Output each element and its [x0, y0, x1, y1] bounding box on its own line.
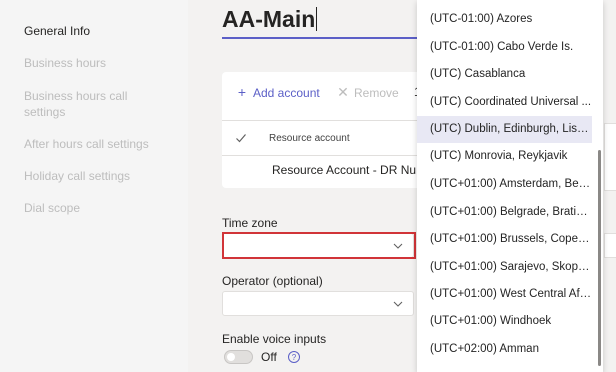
- column-header-resource-account: Resource account: [269, 133, 350, 144]
- time-zone-option[interactable]: (UTC-01:00) Cabo Verde Is.: [417, 34, 592, 61]
- voice-inputs-label: Enable voice inputs: [222, 332, 327, 346]
- page-title-container[interactable]: AA-Main: [222, 6, 318, 33]
- time-zone-option[interactable]: (UTC+01:00) Amsterdam, Berl...: [417, 171, 592, 198]
- operator-dropdown[interactable]: [222, 291, 414, 316]
- time-zone-options-list[interactable]: (UTC-01:00) Azores (UTC-01:00) Cabo Verd…: [417, 0, 603, 372]
- time-zone-label: Time zone: [222, 216, 278, 230]
- right-field-edge: [604, 233, 616, 258]
- remove-label: Remove: [354, 86, 399, 100]
- page-title[interactable]: AA-Main: [222, 6, 315, 32]
- right-panel-edge: [604, 123, 616, 191]
- resource-account-name: Resource Account - DR Nu...: [272, 163, 427, 177]
- info-icon[interactable]: ?: [287, 350, 301, 364]
- resource-account-card: +Add account ✕Remove 1 Resource account …: [222, 72, 432, 188]
- table-row[interactable]: Resource Account - DR Nu...: [222, 160, 432, 184]
- nav-item-dial-scope[interactable]: Dial scope: [24, 200, 174, 216]
- text-caret: [316, 7, 318, 31]
- time-zone-option-selected[interactable]: (UTC) Dublin, Edinburgh, Lisb...: [417, 116, 592, 143]
- scrollbar-thumb[interactable]: [598, 150, 601, 366]
- nav-item-business-hours[interactable]: Business hours: [24, 55, 174, 71]
- check-icon[interactable]: [234, 131, 248, 145]
- operator-label: Operator (optional): [222, 274, 323, 288]
- left-nav: General Info Business hours Business hou…: [0, 0, 188, 372]
- time-zone-option[interactable]: (UTC+01:00) Windhoek: [417, 308, 592, 335]
- time-zone-option[interactable]: (UTC-01:00) Azores: [417, 6, 592, 33]
- time-zone-option[interactable]: (UTC) Monrovia, Reykjavik: [417, 143, 592, 170]
- time-zone-option[interactable]: (UTC) Casablanca: [417, 61, 592, 88]
- nav-item-holiday-call-settings[interactable]: Holiday call settings: [24, 168, 174, 184]
- resource-account-toolbar: +Add account ✕Remove 1: [222, 72, 432, 112]
- chevron-down-icon: [393, 301, 403, 307]
- time-zone-option[interactable]: (UTC+01:00) Sarajevo, Skopje,...: [417, 254, 592, 281]
- time-zone-option[interactable]: (UTC+01:00) Brussels, Copen...: [417, 226, 592, 253]
- add-icon: +: [237, 84, 247, 100]
- voice-inputs-state: Off: [261, 350, 277, 364]
- svg-text:?: ?: [292, 353, 297, 362]
- time-zone-highlight: [222, 232, 416, 259]
- add-account-label: Add account: [253, 86, 320, 100]
- remove-icon: ✕: [337, 84, 349, 100]
- card-divider: [222, 120, 432, 121]
- nav-item-business-hours-call-settings[interactable]: Business hours call settings: [24, 88, 144, 120]
- nav-item-after-hours-call-settings[interactable]: After hours call settings: [24, 136, 174, 152]
- table-header-row: Resource account: [222, 126, 432, 156]
- remove-button[interactable]: ✕ Remove: [336, 84, 399, 101]
- time-zone-option[interactable]: (UTC+01:00) Belgrade, Bratisl...: [417, 199, 592, 226]
- voice-inputs-toggle[interactable]: [224, 350, 253, 364]
- add-account-button[interactable]: + Add account: [235, 84, 320, 101]
- nav-item-general-info[interactable]: General Info: [24, 23, 174, 39]
- time-zone-option[interactable]: (UTC+01:00) West Central Afri...: [417, 281, 592, 308]
- time-zone-option[interactable]: (UTC) Coordinated Universal ...: [417, 89, 592, 116]
- title-underline: [222, 37, 418, 39]
- time-zone-option[interactable]: (UTC+02:00) Amman: [417, 336, 592, 363]
- toggle-knob: [227, 353, 235, 361]
